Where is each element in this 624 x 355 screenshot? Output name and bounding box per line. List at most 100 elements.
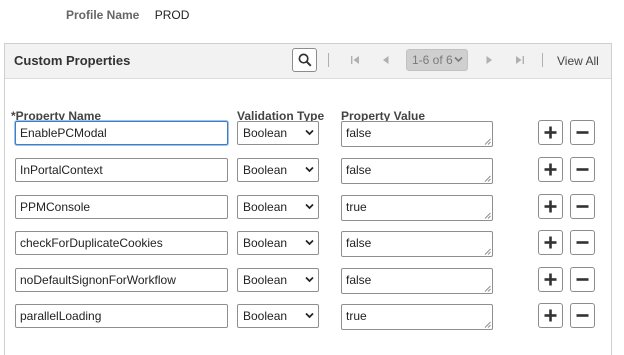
property-value-input[interactable]: true bbox=[341, 195, 493, 221]
header-divider bbox=[542, 53, 543, 67]
property-row: EnablePCModal Boolean false bbox=[5, 120, 613, 151]
profile-name-value: PROD bbox=[154, 8, 190, 22]
property-name-input[interactable]: checkForDuplicateCookies bbox=[15, 231, 228, 255]
previous-page-button[interactable] bbox=[379, 53, 393, 67]
validation-type-value: Boolean bbox=[243, 309, 288, 323]
delete-row-button[interactable] bbox=[570, 120, 595, 145]
plus-icon bbox=[544, 200, 557, 213]
profile-name-label: Profile Name bbox=[66, 8, 140, 22]
property-value-input[interactable]: false bbox=[341, 121, 493, 147]
next-page-button[interactable] bbox=[482, 53, 496, 67]
previous-page-icon bbox=[383, 56, 389, 64]
delete-row-button[interactable] bbox=[570, 267, 595, 292]
chevron-down-icon bbox=[454, 56, 463, 63]
property-value-text: true bbox=[346, 200, 367, 214]
minus-icon bbox=[576, 168, 589, 171]
add-row-button[interactable] bbox=[538, 120, 563, 145]
delete-row-button[interactable] bbox=[570, 230, 595, 255]
property-name-text: InPortalContext bbox=[20, 163, 103, 177]
property-row: checkForDuplicateCookies Boolean false bbox=[5, 230, 613, 261]
property-name-text: checkForDuplicateCookies bbox=[20, 236, 163, 250]
plus-icon bbox=[544, 236, 557, 249]
validation-type-select[interactable]: Boolean bbox=[237, 121, 319, 145]
resize-handle-icon[interactable] bbox=[484, 285, 491, 292]
validation-type-select[interactable]: Boolean bbox=[237, 158, 319, 182]
validation-type-value: Boolean bbox=[243, 163, 288, 177]
minus-icon bbox=[576, 314, 589, 317]
property-name-input[interactable]: PPMConsole bbox=[15, 195, 228, 219]
validation-type-value: Boolean bbox=[243, 236, 288, 250]
property-name-input[interactable]: parallelLoading bbox=[15, 304, 228, 328]
profile-name-field: Profile Name PROD bbox=[66, 7, 189, 23]
grid-header: Custom Properties 1-6 of 6 View All bbox=[5, 44, 611, 79]
grid-title: Custom Properties bbox=[14, 53, 131, 68]
property-name-text: noDefaultSignonForWorkflow bbox=[20, 273, 176, 287]
property-value-input[interactable]: false bbox=[341, 158, 493, 184]
property-row: parallelLoading Boolean true bbox=[5, 303, 613, 334]
property-value-text: true bbox=[346, 309, 367, 323]
resize-handle-icon[interactable] bbox=[484, 138, 491, 145]
delete-row-button[interactable] bbox=[570, 194, 595, 219]
validation-type-value: Boolean bbox=[243, 126, 288, 140]
property-name-input[interactable]: noDefaultSignonForWorkflow bbox=[15, 268, 228, 292]
plus-icon bbox=[544, 163, 557, 176]
view-all-link[interactable]: View All bbox=[557, 44, 599, 78]
header-divider bbox=[328, 53, 329, 67]
add-row-button[interactable] bbox=[538, 267, 563, 292]
property-name-text: EnablePCModal bbox=[20, 126, 107, 140]
add-row-button[interactable] bbox=[538, 303, 563, 328]
add-row-button[interactable] bbox=[538, 230, 563, 255]
last-page-button[interactable] bbox=[513, 53, 527, 67]
property-row: PPMConsole Boolean true bbox=[5, 194, 613, 225]
property-value-text: false bbox=[346, 126, 372, 140]
first-page-button[interactable] bbox=[348, 53, 362, 67]
delete-row-button[interactable] bbox=[570, 157, 595, 182]
property-value-text: false bbox=[346, 163, 372, 177]
find-button[interactable] bbox=[292, 48, 317, 72]
property-value-input[interactable]: true bbox=[341, 304, 493, 330]
add-row-button[interactable] bbox=[538, 157, 563, 182]
chevron-down-icon bbox=[305, 129, 314, 136]
validation-type-select[interactable]: Boolean bbox=[237, 231, 319, 255]
validation-type-value: Boolean bbox=[243, 273, 288, 287]
chevron-down-icon bbox=[305, 203, 314, 210]
property-value-input[interactable]: false bbox=[341, 268, 493, 294]
search-icon bbox=[298, 53, 312, 67]
chevron-down-icon bbox=[305, 166, 314, 173]
validation-type-select[interactable]: Boolean bbox=[237, 304, 319, 328]
first-page-icon bbox=[351, 56, 359, 64]
property-value-text: false bbox=[346, 273, 372, 287]
resize-handle-icon[interactable] bbox=[484, 175, 491, 182]
property-name-input[interactable]: InPortalContext bbox=[15, 158, 228, 182]
property-name-text: PPMConsole bbox=[20, 200, 91, 214]
validation-type-value: Boolean bbox=[243, 200, 288, 214]
validation-type-select[interactable]: Boolean bbox=[237, 268, 319, 292]
property-row: InPortalContext Boolean false bbox=[5, 157, 613, 188]
chevron-down-icon bbox=[305, 312, 314, 319]
property-name-text: parallelLoading bbox=[20, 309, 102, 323]
plus-icon bbox=[544, 309, 557, 322]
add-row-button[interactable] bbox=[538, 194, 563, 219]
resize-handle-icon[interactable] bbox=[484, 212, 491, 219]
minus-icon bbox=[576, 205, 589, 208]
next-page-icon bbox=[486, 56, 492, 64]
property-name-input[interactable]: EnablePCModal bbox=[15, 121, 228, 145]
property-value-text: false bbox=[346, 236, 372, 250]
delete-row-button[interactable] bbox=[570, 303, 595, 328]
validation-type-select[interactable]: Boolean bbox=[237, 195, 319, 219]
plus-icon bbox=[544, 273, 557, 286]
last-page-icon bbox=[516, 56, 524, 64]
minus-icon bbox=[576, 241, 589, 244]
property-value-input[interactable]: false bbox=[341, 231, 493, 257]
page-range-value: 1-6 of 6 bbox=[412, 53, 453, 67]
page-range-select[interactable]: 1-6 of 6 bbox=[406, 49, 468, 71]
custom-properties-grid: Custom Properties 1-6 of 6 View All *Pro… bbox=[4, 43, 612, 355]
minus-icon bbox=[576, 278, 589, 281]
plus-icon bbox=[544, 126, 557, 139]
property-row: noDefaultSignonForWorkflow Boolean false bbox=[5, 267, 613, 298]
chevron-down-icon bbox=[305, 239, 314, 246]
resize-handle-icon[interactable] bbox=[484, 321, 491, 328]
minus-icon bbox=[576, 131, 589, 134]
chevron-down-icon bbox=[305, 276, 314, 283]
resize-handle-icon[interactable] bbox=[484, 248, 491, 255]
